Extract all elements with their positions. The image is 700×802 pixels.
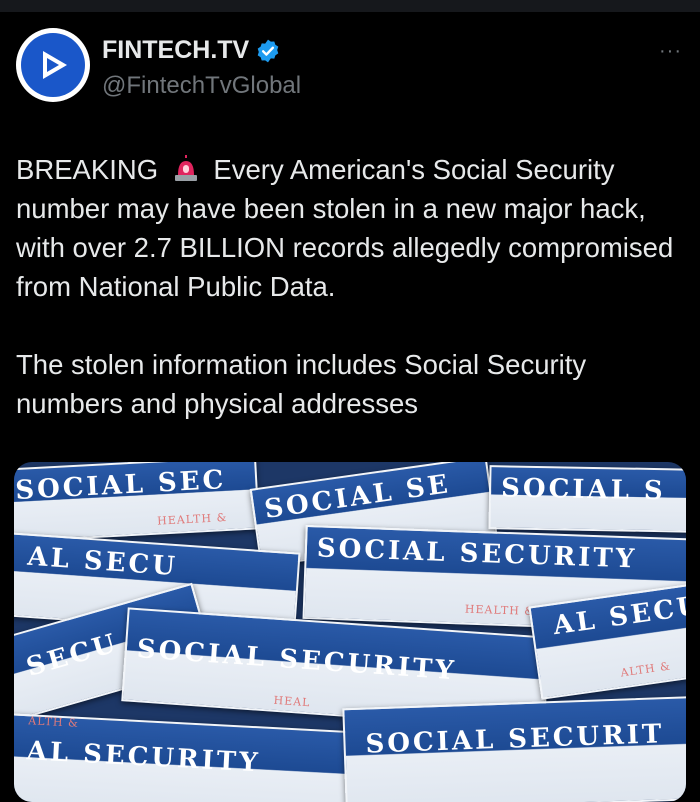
handle[interactable]: @FintechTvGlobal: [102, 72, 301, 100]
card-seal-text: HEALTH &: [464, 602, 536, 619]
card-seal-text: ALTH &: [27, 714, 80, 730]
card-text: SOCIAL SEC: [14, 465, 227, 507]
card-seal-text: ALTH &: [619, 659, 672, 680]
display-name[interactable]: FINTECH.TV: [102, 36, 249, 65]
card-text: SOCIAL S: [500, 473, 666, 507]
avatar-ring: [21, 33, 85, 97]
top-bar: [0, 0, 700, 12]
card-seal-text: HEALTH &: [156, 510, 228, 528]
card-text: AL SECURITY: [25, 736, 262, 779]
siren-emoji-icon: [174, 155, 197, 181]
card-text: AL SECU: [26, 541, 179, 583]
tweet-text: BREAKING Every American's Social Securit…: [16, 150, 688, 423]
tweet-text-paragraph2: The stolen information includes Social S…: [16, 349, 594, 419]
name-row: FINTECH.TV: [102, 36, 281, 65]
tweet-text-intro: BREAKING: [16, 154, 166, 185]
card-text: SOCIAL SECURITY: [135, 634, 458, 687]
verified-badge-icon: [257, 39, 279, 62]
card-text: SOCIAL SE: [262, 469, 453, 525]
tweet-header: FINTECH.TV @FintechTvGlobal ···: [16, 28, 686, 102]
ss-card: SOCIAL S: [488, 465, 686, 533]
ss-card: SOCIAL SEC HEALTH &: [14, 462, 260, 543]
more-options-icon[interactable]: ···: [659, 40, 682, 63]
card-text: SECU: [23, 628, 122, 683]
avatar[interactable]: [16, 28, 90, 102]
card-seal-text: HEAL: [273, 693, 311, 710]
tweet-image[interactable]: SOCIAL SEC HEALTH & SOCIAL SE SOCIAL S AL…: [14, 462, 686, 802]
card-text: SOCIAL SECURIT: [365, 719, 665, 760]
card-text: SOCIAL SECURITY: [316, 533, 638, 575]
play-logo-icon: [43, 51, 67, 79]
ss-card: SOCIAL SECURIT: [342, 695, 686, 802]
ss-card: AL SECURITY ALTH &: [14, 712, 361, 802]
